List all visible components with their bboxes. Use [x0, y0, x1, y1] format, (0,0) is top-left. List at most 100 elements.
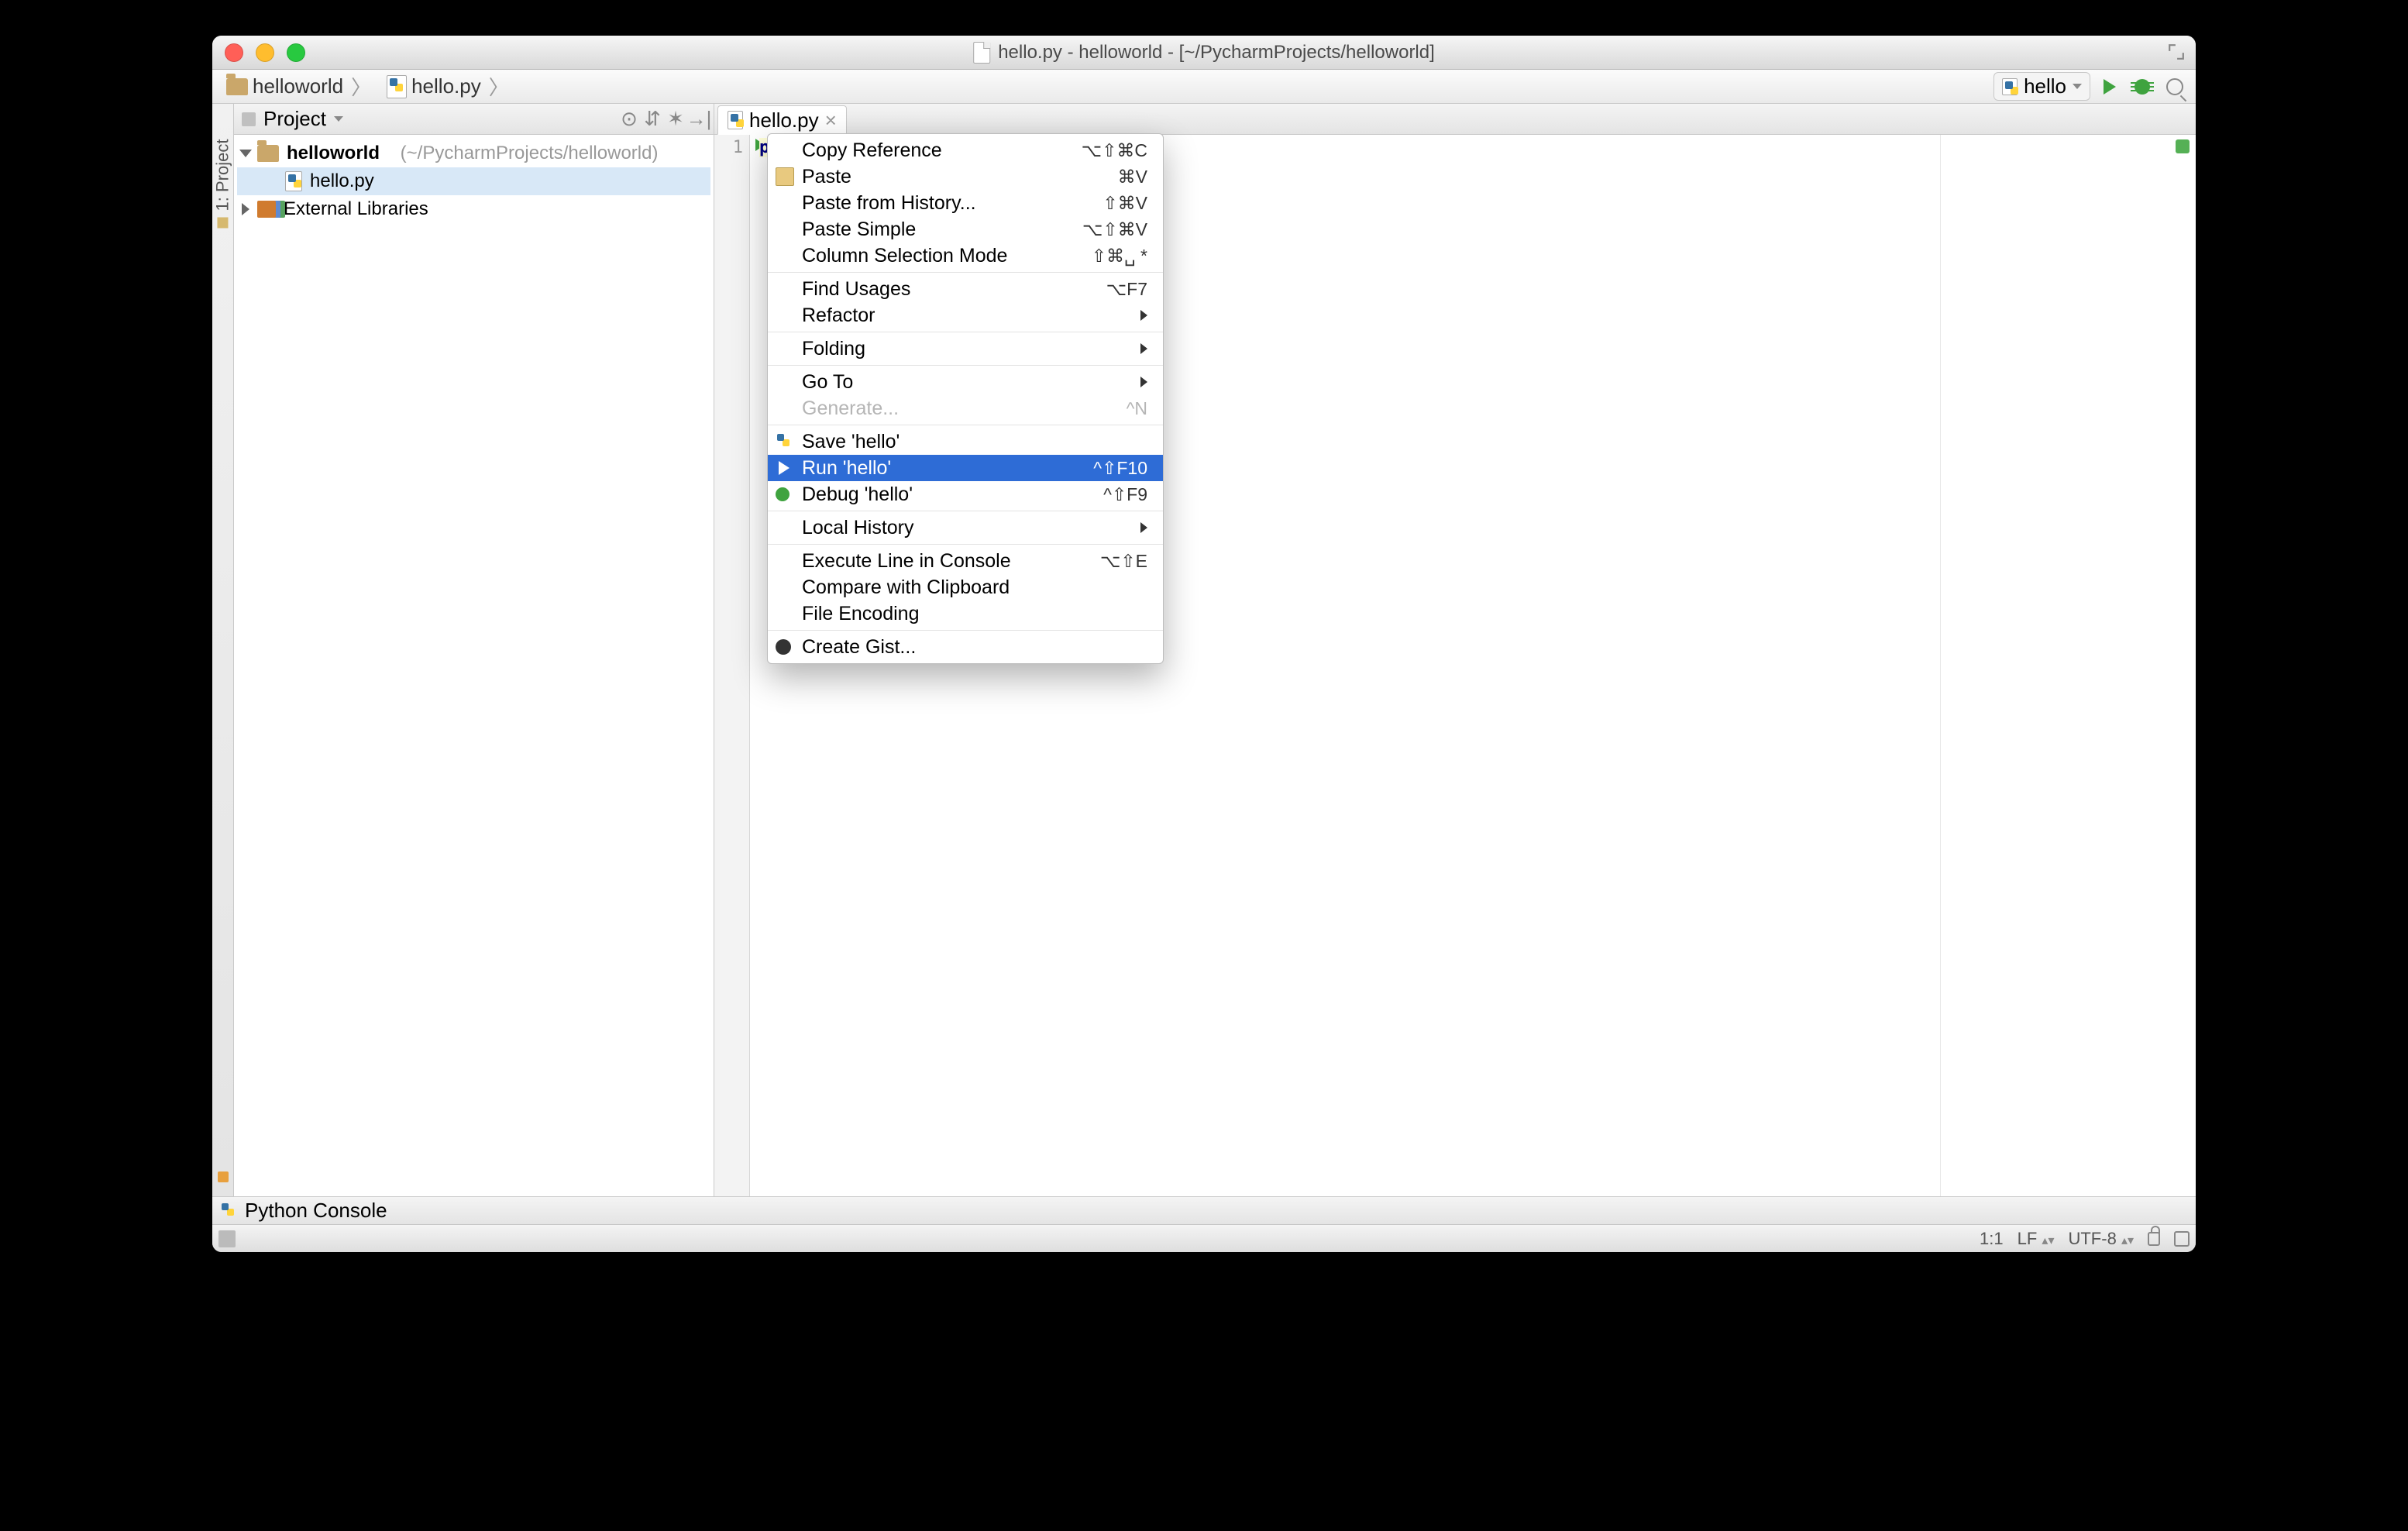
ctx-copy-reference[interactable]: Copy Reference ⌥⇧⌘C	[768, 137, 1163, 163]
project-tool-tab[interactable]: 1: Project	[213, 139, 233, 229]
disclosure-open-icon[interactable]	[239, 150, 252, 157]
submenu-arrow-icon	[1140, 522, 1147, 533]
github-icon	[776, 639, 791, 655]
ctx-run[interactable]: Run 'hello' ^⇧F10	[768, 455, 1163, 481]
window-close-button[interactable]	[225, 43, 243, 62]
ctx-debug[interactable]: Debug 'hello' ^⇧F9	[768, 481, 1163, 507]
ctx-separator	[768, 544, 1163, 545]
inspection-ok-indicator[interactable]	[2176, 139, 2190, 153]
right-margin-guide	[1940, 135, 2196, 1196]
project-panel-title: Project	[263, 107, 326, 131]
ctx-refactor[interactable]: Refactor	[768, 302, 1163, 329]
locate-icon[interactable]: ⊙	[622, 112, 636, 126]
python-icon	[776, 432, 794, 451]
ctx-label: Local History	[802, 517, 914, 539]
run-configuration-selector[interactable]: hello	[1993, 72, 2090, 101]
ctx-label: Paste Simple	[802, 218, 916, 241]
ctx-folding[interactable]: Folding	[768, 335, 1163, 362]
ctx-find-usages[interactable]: Find Usages ⌥F7	[768, 276, 1163, 302]
bug-icon	[2135, 79, 2150, 95]
ctx-label: Compare with Clipboard	[802, 576, 1010, 599]
window-title: hello.py - helloworld - [~/PycharmProjec…	[998, 42, 1435, 64]
python-file-icon	[728, 111, 743, 129]
view-options-icon[interactable]: ✶	[669, 112, 683, 126]
ctx-paste[interactable]: Paste ⌘V	[768, 163, 1163, 190]
inspector-icon[interactable]	[2174, 1231, 2190, 1247]
ctx-separator	[768, 630, 1163, 631]
run-config-label: hello	[2024, 74, 2066, 98]
project-tool-label: 1: Project	[213, 139, 233, 212]
ctx-label: Column Selection Mode	[802, 245, 1007, 267]
project-tree[interactable]: helloworld (~/PycharmProjects/helloworld…	[234, 135, 714, 1196]
tree-external-libraries[interactable]: External Libraries	[237, 195, 710, 223]
ctx-shortcut: ⌥⇧⌘C	[1082, 140, 1147, 161]
editor-context-menu: Copy Reference ⌥⇧⌘C Paste ⌘V Paste from …	[767, 133, 1164, 664]
ctx-label: Generate...	[802, 397, 899, 420]
breadcrumb: helloworld 〉 hello.py 〉	[220, 71, 515, 102]
ctx-label: Run 'hello'	[802, 457, 891, 480]
status-tool-windows-toggle[interactable]	[218, 1230, 236, 1247]
ctx-label: File Encoding	[802, 603, 919, 625]
updown-icon: ▴▾	[2042, 1234, 2054, 1247]
breadcrumb-project-label: helloworld	[253, 74, 343, 98]
run-button[interactable]	[2097, 74, 2123, 100]
folder-icon	[226, 78, 248, 95]
ctx-label: Go To	[802, 371, 853, 394]
ctx-shortcut: ^N	[1127, 398, 1147, 419]
document-icon	[973, 42, 990, 64]
lock-icon[interactable]	[2148, 1232, 2160, 1246]
search-icon	[2166, 78, 2183, 95]
breadcrumb-file-label: hello.py	[411, 74, 481, 98]
chevron-down-icon[interactable]	[334, 116, 343, 122]
titlebar: hello.py - helloworld - [~/PycharmProjec…	[212, 36, 2196, 70]
ctx-label: Copy Reference	[802, 139, 942, 162]
ide-window: hello.py - helloworld - [~/PycharmProjec…	[212, 36, 2196, 1252]
ctx-paste-simple[interactable]: Paste Simple ⌥⇧⌘V	[768, 216, 1163, 243]
ctx-goto[interactable]: Go To	[768, 369, 1163, 395]
python-console-icon	[222, 1203, 237, 1219]
ctx-file-encoding[interactable]: File Encoding	[768, 600, 1163, 627]
fullscreen-icon[interactable]	[2168, 43, 2185, 60]
breadcrumb-separator-icon: 〉	[351, 72, 371, 101]
search-everywhere-button[interactable]	[2162, 74, 2188, 100]
disclosure-closed-icon[interactable]	[242, 203, 249, 215]
ctx-shortcut: ⌥⇧E	[1100, 551, 1147, 572]
ctx-column-selection[interactable]: Column Selection Mode ⇧⌘␣ *	[768, 243, 1163, 269]
project-view-icon	[242, 112, 256, 126]
hide-panel-icon[interactable]: →|	[692, 112, 706, 126]
tree-root-path: (~/PycharmProjects/helloworld)	[401, 143, 659, 164]
ctx-save[interactable]: Save 'hello'	[768, 428, 1163, 455]
left-tool-stripe: 1: Project	[212, 104, 234, 1196]
ctx-local-history[interactable]: Local History	[768, 514, 1163, 541]
status-line-separator[interactable]: LF	[2018, 1229, 2038, 1248]
structure-tool-tab[interactable]	[218, 1171, 229, 1182]
submenu-arrow-icon	[1140, 377, 1147, 387]
project-panel: Project ⊙ ⇵ ✶ →| helloworld (~/PycharmPr…	[234, 104, 714, 1196]
status-bar: 1:1 LF ▴▾ UTF-8 ▴▾	[212, 1224, 2196, 1252]
ctx-paste-history[interactable]: Paste from History... ⇧⌘V	[768, 190, 1163, 216]
python-file-icon	[387, 75, 407, 98]
ctx-label: Create Gist...	[802, 636, 916, 659]
status-caret-position[interactable]: 1:1	[1980, 1229, 2004, 1249]
window-minimize-button[interactable]	[256, 43, 274, 62]
ctx-shortcut: ^⇧F9	[1103, 484, 1147, 505]
editor-tab[interactable]: hello.py ×	[717, 105, 847, 135]
project-tool-icon	[218, 217, 229, 228]
close-tab-icon[interactable]: ×	[825, 108, 837, 132]
editor-tab-label: hello.py	[749, 108, 819, 132]
status-encoding[interactable]: UTF-8	[2068, 1229, 2116, 1248]
ctx-label: Find Usages	[802, 278, 910, 301]
debug-button[interactable]	[2129, 74, 2155, 100]
breadcrumb-file[interactable]: hello.py 〉	[380, 71, 515, 102]
collapse-all-icon[interactable]: ⇵	[645, 112, 659, 126]
tree-ext-libs-label: External Libraries	[284, 198, 428, 220]
ctx-execute-line[interactable]: Execute Line in Console ⌥⇧E	[768, 548, 1163, 574]
tree-file[interactable]: hello.py	[237, 167, 710, 195]
libraries-icon	[257, 201, 276, 218]
tree-root[interactable]: helloworld (~/PycharmProjects/helloworld…	[237, 139, 710, 167]
ctx-create-gist[interactable]: Create Gist...	[768, 634, 1163, 660]
python-console-tab[interactable]: Python Console	[245, 1199, 387, 1223]
breadcrumb-project[interactable]: helloworld 〉	[220, 71, 377, 102]
window-zoom-button[interactable]	[287, 43, 305, 62]
ctx-compare-clipboard[interactable]: Compare with Clipboard	[768, 574, 1163, 600]
